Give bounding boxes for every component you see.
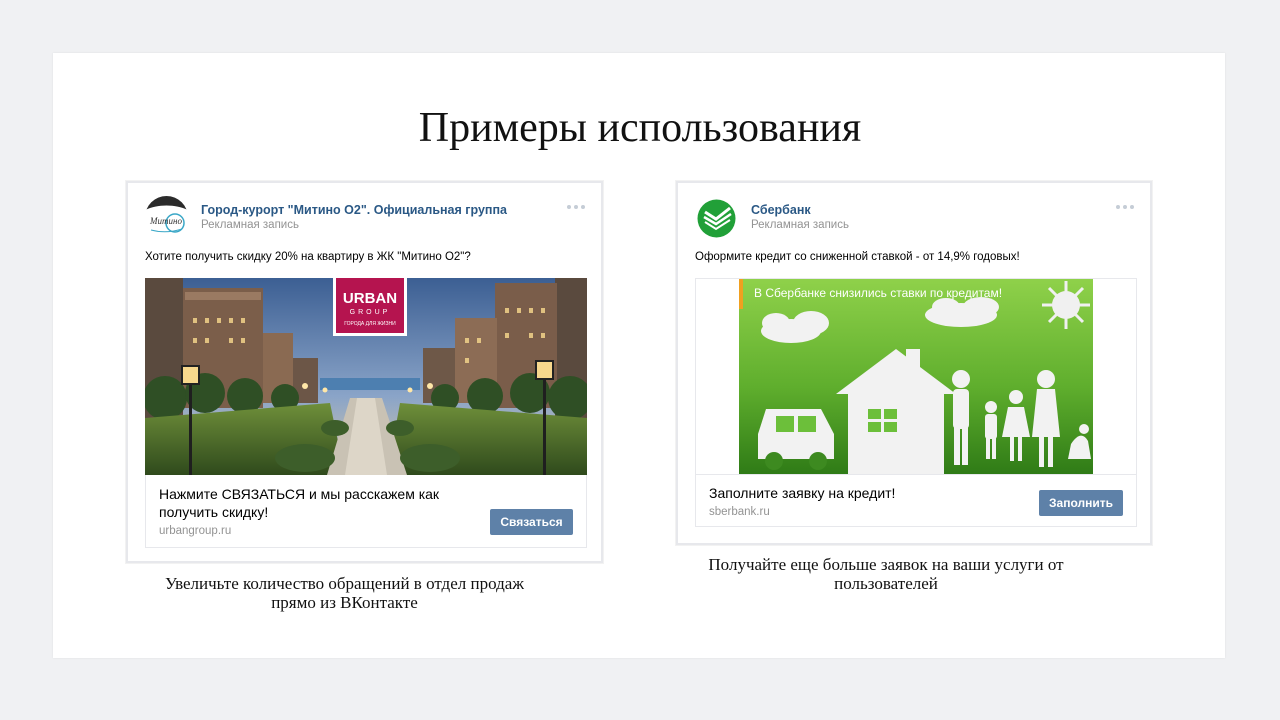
post-text: Хотите получить скидку 20% на квартиру в… bbox=[145, 251, 471, 263]
ad-post-sberbank: Сбербанк Рекламная запись Оформите креди… bbox=[676, 181, 1152, 545]
group-name-link[interactable]: Город-курорт "Митино О2". Официальная гр… bbox=[201, 203, 507, 217]
svg-text:GROUP: GROUP bbox=[350, 309, 391, 316]
caption-right: Получайте еще больше заявок на ваши услу… bbox=[708, 555, 1064, 593]
post-text: Оформите кредит со сниженной ставкой - о… bbox=[695, 251, 1020, 263]
ad-label: Рекламная запись bbox=[751, 219, 849, 231]
ad-image-street[interactable]: URBAN GROUP ГОРОДА ДЛЯ ЖИЗНИ bbox=[145, 278, 587, 475]
ad-image-family[interactable]: В Сбербанке снизились ставки по кредитам… bbox=[695, 278, 1137, 475]
snippet-url[interactable]: urbangroup.ru bbox=[159, 525, 231, 537]
fill-in-button[interactable]: Заполнить bbox=[1039, 490, 1123, 516]
caption-left: Увеличьте количество обращений в отдел п… bbox=[164, 574, 525, 612]
group-avatar[interactable]: Митино bbox=[145, 196, 188, 239]
snippet-title[interactable]: Заполните заявку на кредит! bbox=[709, 484, 895, 502]
svg-text:URBAN: URBAN bbox=[343, 290, 397, 307]
more-options-icon[interactable] bbox=[567, 205, 585, 209]
urban-group-logo: URBAN GROUP ГОРОДА ДЛЯ ЖИЗНИ bbox=[333, 278, 407, 336]
link-snippet[interactable]: Заполните заявку на кредит! sberbank.ru … bbox=[695, 475, 1137, 527]
sberbank-logo-icon[interactable] bbox=[697, 199, 736, 238]
svg-text:Митино: Митино bbox=[149, 216, 182, 226]
group-name-link[interactable]: Сбербанк bbox=[751, 203, 811, 217]
more-options-icon[interactable] bbox=[1116, 205, 1134, 209]
ad-label: Рекламная запись bbox=[201, 219, 299, 231]
svg-text:ГОРОДА ДЛЯ ЖИЗНИ: ГОРОДА ДЛЯ ЖИЗНИ bbox=[344, 321, 396, 327]
link-snippet[interactable]: Нажмите СВЯЗАТЬСЯ и мы расскажем как пол… bbox=[145, 475, 587, 548]
contact-button[interactable]: Связаться bbox=[490, 509, 573, 535]
svg-text:В Сбербанке снизились ставки п: В Сбербанке снизились ставки по кредитам… bbox=[754, 286, 1002, 300]
ad-post-mitino: Митино Город-курорт "Митино О2". Официал… bbox=[126, 181, 603, 563]
slide-title: Примеры использования bbox=[418, 105, 862, 151]
snippet-url[interactable]: sberbank.ru bbox=[709, 506, 770, 518]
snippet-title[interactable]: Нажмите СВЯЗАТЬСЯ и мы расскажем как пол… bbox=[159, 485, 439, 521]
